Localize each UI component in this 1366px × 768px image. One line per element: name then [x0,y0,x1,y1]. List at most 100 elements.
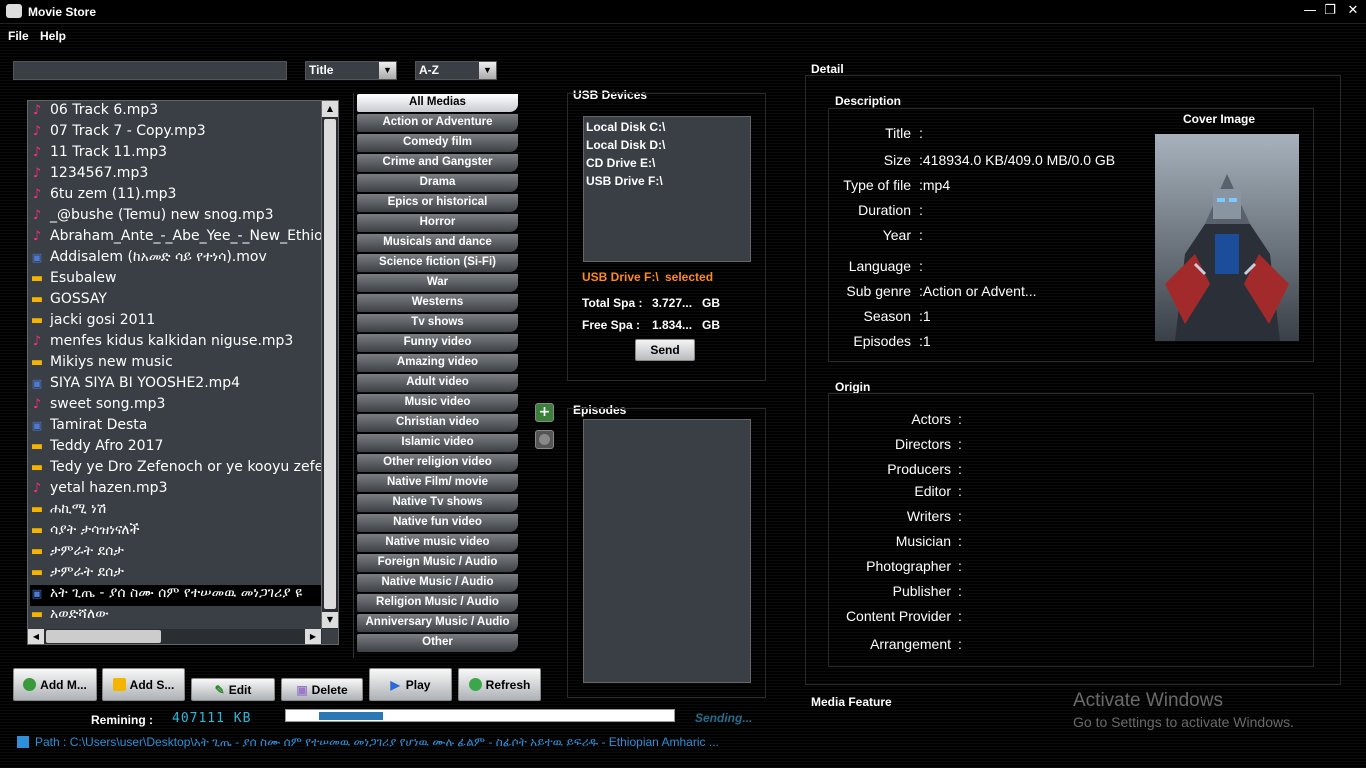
category-button[interactable]: Other [357,634,518,652]
delete-label: Delete [311,683,348,697]
file-list[interactable]: ♪ 06 Track 6.mp3 ♪ 07 Track 7 - Copy.mp3 ♪ 11… [27,100,339,645]
origin-field-label: Photographer [866,558,951,574]
category-button[interactable]: Native music video [357,534,518,552]
category-button[interactable]: Christian video [357,414,518,432]
menu-file[interactable]: File [8,29,29,43]
scroll-right-icon[interactable]: ▶ [305,629,321,644]
scroll-left-icon[interactable]: ◀ [28,629,44,644]
list-item[interactable]: ▬ ታምራት ደሰታ [30,564,322,585]
category-button[interactable]: War [357,274,518,292]
origin-field-label: Producers [887,461,951,477]
scroll-thumb[interactable] [324,119,336,609]
category-button[interactable]: Native Film/ movie [357,474,518,492]
category-button[interactable]: Other religion video [357,454,518,472]
field-value: : [919,227,923,243]
list-item[interactable]: ♪ 07 Track 7 - Copy.mp3 [30,123,322,144]
list-item[interactable]: ▬ GOSSAY [30,291,322,312]
sort-order-select[interactable]: A-Z ▼ [415,61,497,80]
list-item[interactable]: ▣ Tamirat Desta [30,417,322,438]
category-button[interactable]: Horror [357,214,518,232]
list-item[interactable]: ▬ ሳያት ታሳዝነናለች [30,522,322,543]
category-button[interactable]: Crime and Gangster [357,154,518,172]
menu-help[interactable]: Help [40,29,66,43]
category-button[interactable]: Musicals and dance [357,234,518,252]
list-item[interactable]: ▬ jacki gosi 2011 [30,312,322,333]
field-label: Sub genre [846,283,911,299]
category-button[interactable]: Religion Music / Audio [357,594,518,612]
category-button[interactable]: Science fiction (Si-Fi) [357,254,518,272]
list-item[interactable]: ♪ 6tu zem (11).mp3 [30,186,322,207]
edit-button[interactable]: ✎ Edit [191,678,275,701]
play-button[interactable]: ▶ Play [369,668,452,701]
list-item[interactable]: ▬ ሐኪሚ ነሽ [30,501,322,522]
minimize-button[interactable]: — [1300,2,1320,20]
list-item[interactable]: ▬ አወድሻለው [30,606,322,627]
search-input[interactable] [13,61,287,80]
list-item[interactable]: ♪ 1234567.mp3 [30,165,322,186]
scroll-thumb[interactable] [46,630,161,643]
origin-field-value: : [958,533,962,549]
list-item[interactable]: ♪ 06 Track 6.mp3 [30,102,322,123]
category-button[interactable]: Tv shows [357,314,518,332]
activate-windows-title: Activate Windows [1073,690,1223,711]
list-item[interactable]: ▣ SIYA SIYA BI YOOSHE2.mp4 [30,375,322,396]
vertical-scrollbar[interactable]: ▲ ▼ [321,101,338,629]
list-item[interactable]: ▣ አት ጊጤ - ያሰ ስሙ ሰም የተሠመዉ መነጋገሪያ ዩ [30,585,322,606]
list-item[interactable]: ▣ Addisalem (ከአመድ ሳይ የተነሳ).mov [30,249,322,270]
category-button[interactable]: Adult video [357,374,518,392]
origin-field-label: Actors [911,411,951,427]
category-button[interactable]: Islamic video [357,434,518,452]
list-item[interactable]: ♪ Abraham_Ante_-_Abe_Yee_-_New_Ethiop [30,228,322,249]
add-media-button[interactable]: Add M... [13,668,97,701]
category-button[interactable]: Native fun video [357,514,518,532]
list-item[interactable]: ▬ Esubalew [30,270,322,291]
list-item[interactable]: ♪ sweet song.mp3 [30,396,322,417]
list-item[interactable]: ♪ 11 Track 11.mp3 [30,144,322,165]
film-icon: ▣ [31,587,43,600]
category-button[interactable]: Action or Adventure [357,114,518,132]
scroll-up-icon[interactable]: ▲ [322,101,338,117]
add-series-button[interactable]: Add S... [102,668,185,701]
delete-button[interactable]: ▣ Delete [281,678,363,701]
category-button[interactable]: Native Tv shows [357,494,518,512]
list-item[interactable]: ♪ yetal hazen.mp3 [30,480,322,501]
list-item[interactable]: ♪ _@bushe (Temu) new snog.mp3 [30,207,322,228]
category-button[interactable]: Drama [357,174,518,192]
category-button[interactable]: Anniversary Music / Audio [357,614,518,632]
list-item[interactable]: ▬ Mikiys new music [30,354,322,375]
folder-icon: ▬ [30,502,44,517]
list-item-label: _@bushe (Temu) new snog.mp3 [50,207,274,223]
maximize-button[interactable]: ❐ [1320,2,1340,20]
category-button[interactable]: Music video [357,394,518,412]
list-item-label: ሳያት ታሳዝነናለች [50,522,140,538]
category-button[interactable]: Comedy film [357,134,518,152]
horizontal-scrollbar[interactable]: ◀ ▶ [28,629,322,644]
category-button[interactable]: Westerns [357,294,518,312]
category-button[interactable]: Funny video [357,334,518,352]
menu-bar: File Help [0,26,1366,46]
list-item-label: GOSSAY [50,291,107,307]
chevron-down-icon[interactable]: ▼ [379,62,396,79]
category-button[interactable]: Native Music / Audio [357,574,518,592]
refresh-button[interactable]: Refresh [458,668,541,701]
remove-episode-button[interactable] [535,430,554,449]
add-episode-button[interactable]: + [535,403,554,422]
sending-status: Sending... [695,711,753,725]
list-item[interactable]: ▬ Teddy Afro 2017 [30,438,322,459]
close-button[interactable]: ✕ [1343,2,1363,20]
category-button[interactable]: Epics or historical [357,194,518,212]
chevron-down-icon[interactable]: ▼ [479,62,496,79]
folder-icon: ▬ [30,313,44,328]
activate-windows-subtitle: Go to Settings to activate Windows. [1073,714,1294,730]
list-item[interactable]: ♪ menfes kidus kalkidan niguse.mp3 [30,333,322,354]
category-button[interactable]: All Medias [357,94,518,112]
list-item[interactable]: ▬ ታምራት ደሰታ [30,543,322,564]
list-item[interactable]: ▬ Tedy ye Dro Zefenoch or ye kooyu zefe [30,459,322,480]
category-button[interactable]: Amazing video [357,354,518,372]
category-button[interactable]: Foreign Music / Audio [357,554,518,572]
refresh-icon [468,678,482,691]
field-value: : [919,125,923,141]
list-item-label: SIYA SIYA BI YOOSHE2.mp4 [50,375,241,391]
sort-field-select[interactable]: Title ▼ [305,61,397,80]
scroll-down-icon[interactable]: ▼ [322,612,338,628]
